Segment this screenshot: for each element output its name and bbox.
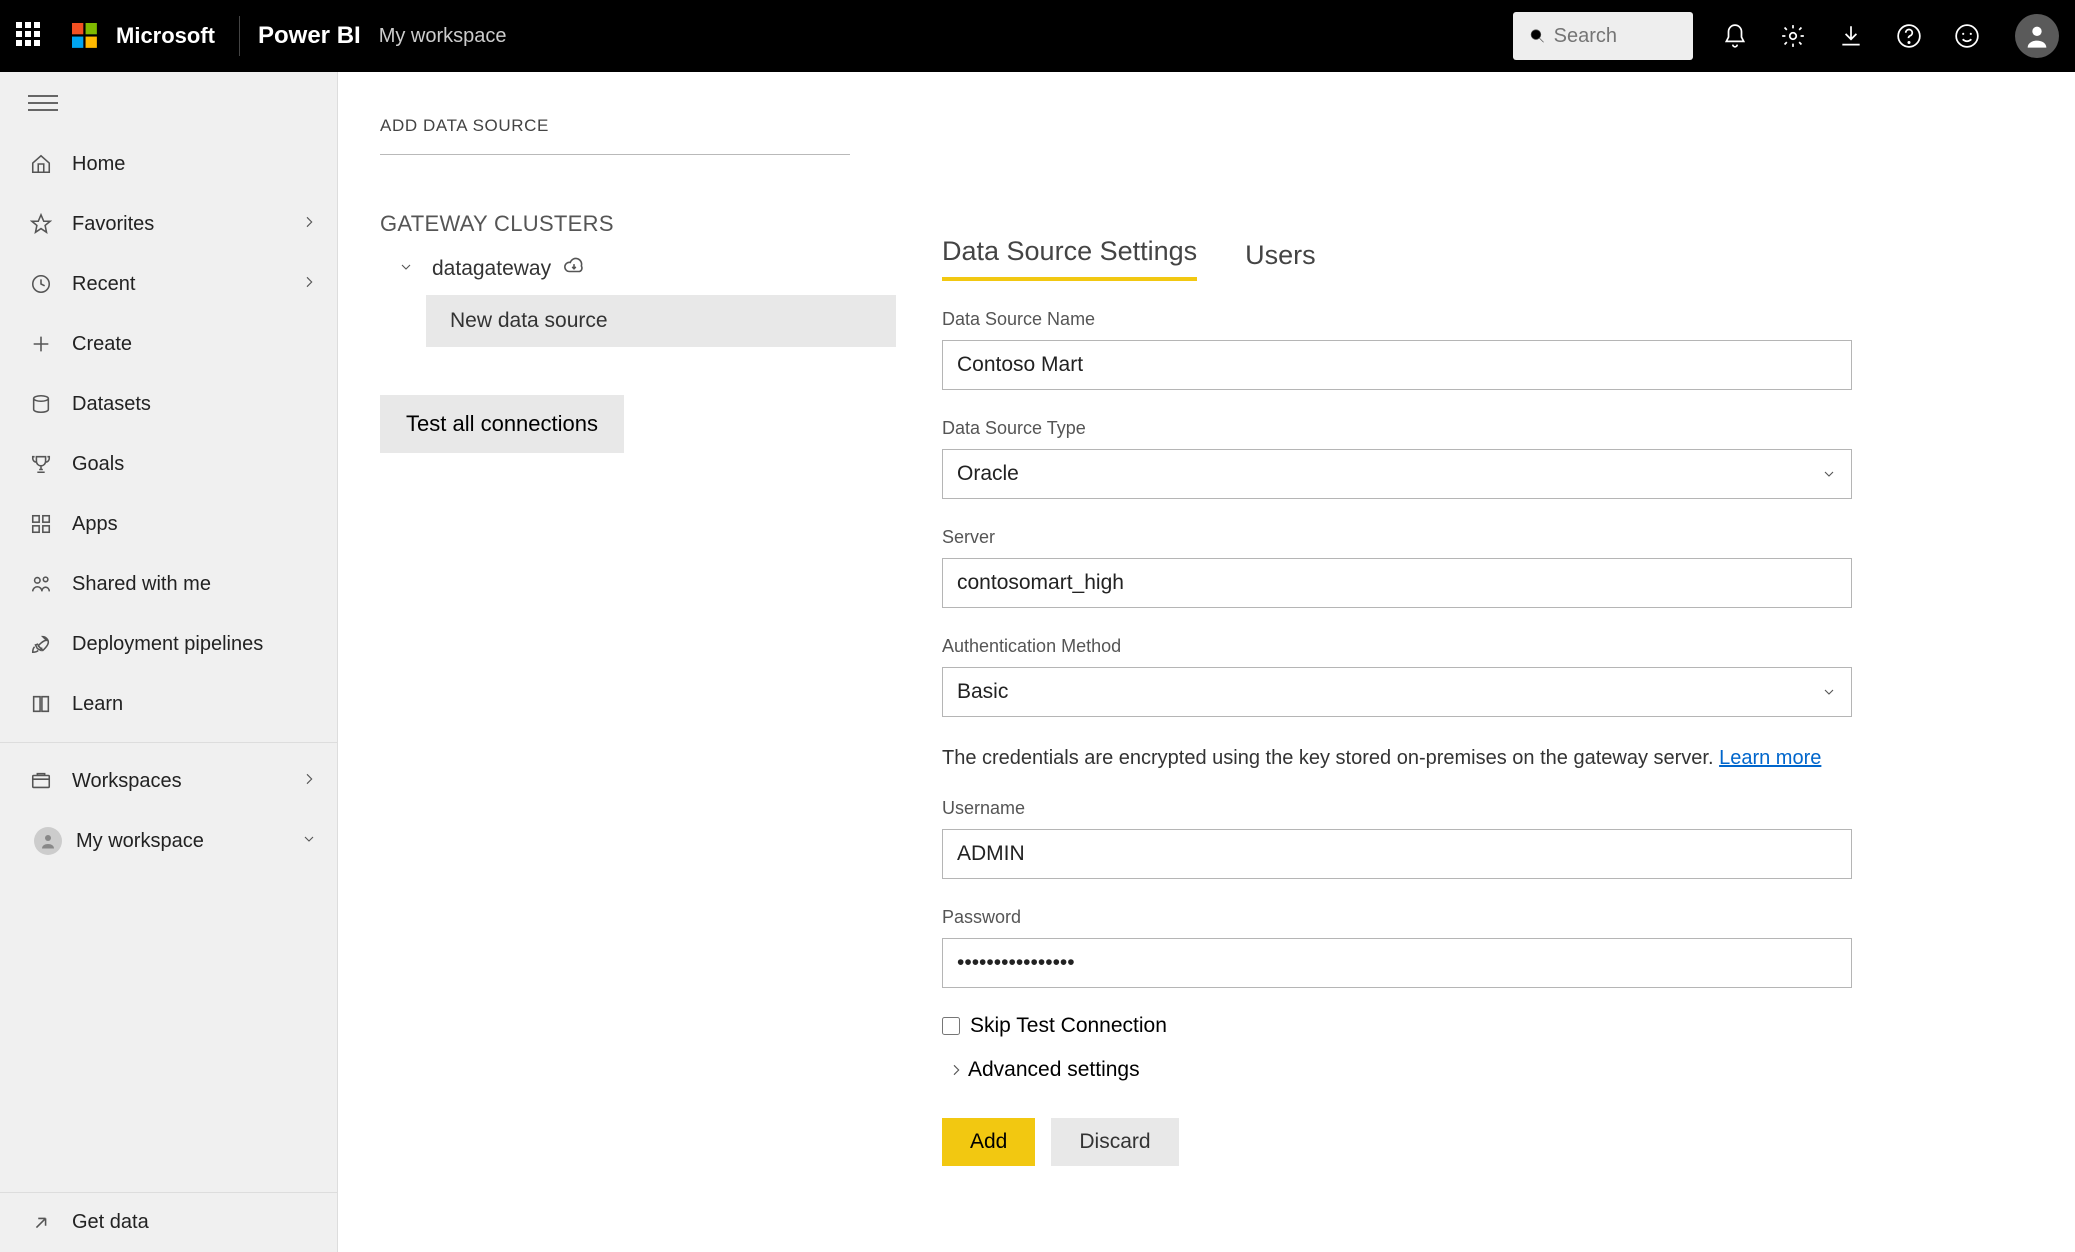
ds-name-input[interactable] — [942, 340, 1852, 390]
plus-icon — [30, 333, 52, 355]
brand-label: Microsoft — [116, 23, 215, 49]
user-avatar[interactable] — [2015, 14, 2059, 58]
password-label: Password — [942, 907, 2075, 928]
credentials-info: The credentials are encrypted using the … — [942, 747, 1862, 770]
nav-favorites-label: Favorites — [72, 213, 154, 236]
chevron-right-icon — [301, 274, 317, 290]
ds-type-value: Oracle — [957, 462, 1019, 486]
book-icon — [30, 693, 52, 715]
gateway-status-icon — [563, 255, 585, 277]
test-all-connections-button[interactable]: Test all connections — [380, 395, 624, 453]
nav-learn[interactable]: Learn — [0, 674, 337, 734]
gateway-row[interactable]: datagateway — [380, 255, 878, 283]
nav-workspaces-label: Workspaces — [72, 770, 182, 793]
home-icon — [30, 153, 52, 175]
auth-method-select[interactable]: Basic — [942, 667, 1852, 717]
nav-apps-label: Apps — [72, 513, 118, 536]
gateway-clusters-title: GATEWAY CLUSTERS — [380, 211, 878, 237]
settings-icon[interactable] — [1779, 22, 1807, 50]
nav-learn-label: Learn — [72, 693, 123, 716]
chevron-down-icon — [301, 831, 317, 847]
add-data-source-title: ADD DATA SOURCE — [380, 116, 878, 136]
get-data-icon — [30, 1212, 52, 1234]
nav-datasets-label: Datasets — [72, 393, 151, 416]
nav-apps[interactable]: Apps — [0, 494, 337, 554]
microsoft-logo — [72, 23, 98, 49]
nav-pipelines-label: Deployment pipelines — [72, 633, 263, 656]
credentials-info-text: The credentials are encrypted using the … — [942, 747, 1719, 769]
nav-create[interactable]: Create — [0, 314, 337, 374]
nav-shared[interactable]: Shared with me — [0, 554, 337, 614]
notifications-icon[interactable] — [1721, 22, 1749, 50]
feedback-icon[interactable] — [1953, 22, 1981, 50]
skip-test-checkbox[interactable] — [942, 1017, 960, 1035]
tab-data-source-settings[interactable]: Data Source Settings — [942, 236, 1197, 281]
chevron-down-icon — [398, 259, 414, 275]
star-icon — [30, 213, 52, 235]
ds-type-select[interactable]: Oracle — [942, 449, 1852, 499]
nav-pipelines[interactable]: Deployment pipelines — [0, 614, 337, 674]
auth-method-value: Basic — [957, 680, 1008, 704]
nav-recent[interactable]: Recent — [0, 254, 337, 314]
chevron-right-icon — [301, 214, 317, 230]
learn-more-link[interactable]: Learn more — [1719, 747, 1821, 769]
nav-goals[interactable]: Goals — [0, 434, 337, 494]
sidebar: Home Favorites Recent Create Datasets Go… — [0, 72, 338, 1252]
datasets-icon — [30, 393, 52, 415]
product-label: Power BI — [258, 22, 361, 50]
help-icon[interactable] — [1895, 22, 1923, 50]
hamburger-icon[interactable] — [28, 95, 58, 111]
nav-shared-label: Shared with me — [72, 573, 211, 596]
workspaces-icon — [30, 770, 52, 792]
advanced-settings-toggle[interactable]: Advanced settings — [948, 1058, 2075, 1082]
header-divider — [239, 16, 240, 56]
nav-favorites[interactable]: Favorites — [0, 194, 337, 254]
server-input[interactable] — [942, 558, 1852, 608]
download-icon[interactable] — [1837, 22, 1865, 50]
chevron-down-icon — [1821, 684, 1837, 700]
title-underline — [380, 154, 850, 155]
trophy-icon — [30, 453, 52, 475]
nav-create-label: Create — [72, 333, 132, 356]
add-button[interactable]: Add — [942, 1118, 1035, 1166]
nav-get-data-label: Get data — [72, 1211, 149, 1234]
tab-users[interactable]: Users — [1245, 240, 1316, 281]
chevron-right-icon — [301, 771, 317, 787]
nav-get-data[interactable]: Get data — [0, 1192, 337, 1252]
skip-test-label: Skip Test Connection — [970, 1014, 1167, 1038]
apps-icon — [30, 513, 52, 535]
shared-icon — [30, 573, 52, 595]
nav-home[interactable]: Home — [0, 134, 337, 194]
workspace-breadcrumb[interactable]: My workspace — [379, 25, 507, 48]
username-input[interactable] — [942, 829, 1852, 879]
nav-workspaces[interactable]: Workspaces — [0, 751, 337, 811]
nav-datasets[interactable]: Datasets — [0, 374, 337, 434]
chevron-right-icon — [948, 1062, 964, 1078]
search-box[interactable] — [1513, 12, 1693, 60]
username-label: Username — [942, 798, 2075, 819]
search-input[interactable] — [1554, 25, 1677, 48]
nav-my-workspace[interactable]: My workspace — [0, 811, 337, 871]
ds-type-label: Data Source Type — [942, 418, 2075, 439]
server-label: Server — [942, 527, 2075, 548]
gateway-name: datagateway — [432, 257, 551, 281]
nav-my-workspace-label: My workspace — [76, 830, 204, 853]
rocket-icon — [30, 633, 52, 655]
clock-icon — [30, 273, 52, 295]
discard-button[interactable]: Discard — [1051, 1118, 1178, 1166]
search-icon — [1529, 26, 1546, 46]
chevron-down-icon — [1821, 466, 1837, 482]
auth-method-label: Authentication Method — [942, 636, 2075, 657]
advanced-settings-label: Advanced settings — [968, 1058, 1140, 1082]
password-input[interactable] — [942, 938, 1852, 988]
ds-name-label: Data Source Name — [942, 309, 2075, 330]
nav-goals-label: Goals — [72, 453, 124, 476]
app-launcher-icon[interactable] — [16, 22, 44, 50]
workspace-avatar-icon — [34, 827, 62, 855]
nav-recent-label: Recent — [72, 273, 135, 296]
nav-home-label: Home — [72, 153, 125, 176]
new-data-source-item[interactable]: New data source — [426, 295, 896, 347]
